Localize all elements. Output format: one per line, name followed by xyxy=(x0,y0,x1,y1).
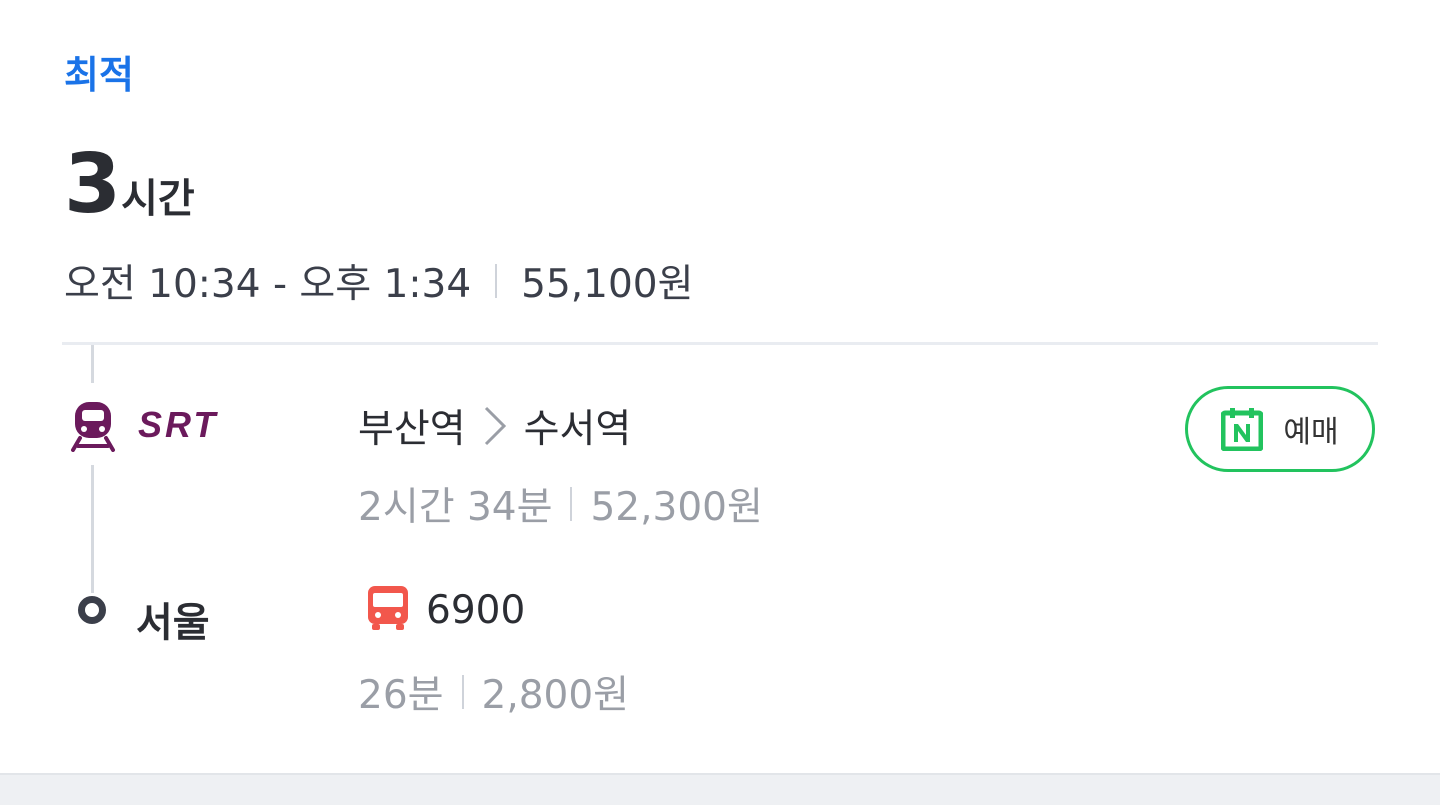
bus-icon xyxy=(368,586,408,630)
train-icon xyxy=(71,402,115,452)
train-details: 2시간 34분 52,300원 xyxy=(358,476,763,532)
section-divider xyxy=(0,773,1440,805)
total-fare: 55,100원 xyxy=(521,262,694,307)
separator xyxy=(570,487,573,521)
srt-logo: SRT xyxy=(138,404,218,444)
timeline-line xyxy=(91,345,94,383)
departure-station: 부산역 xyxy=(358,407,466,452)
stop-marker xyxy=(78,596,106,624)
timeline-line xyxy=(91,465,94,593)
svg-text:SRT: SRT xyxy=(138,404,218,444)
separator xyxy=(461,675,464,709)
book-button[interactable]: 예매 xyxy=(1185,386,1375,472)
bus-details: 26분 2,800원 xyxy=(358,664,629,720)
route-summary: 오전 10:34 - 오후 1:34 55,100원 xyxy=(64,253,694,309)
book-button-label: 예매 xyxy=(1283,415,1339,450)
total-duration: 3시간 xyxy=(64,140,195,230)
arrival-station: 수서역 xyxy=(523,407,632,452)
chevron-right-icon xyxy=(484,406,506,446)
separator xyxy=(495,264,498,298)
best-route-badge: 최적 xyxy=(64,53,134,97)
duration-number: 3 xyxy=(64,137,122,232)
stop-name: 서울 xyxy=(136,600,210,646)
duration-unit: 시간 xyxy=(121,176,195,222)
bus-duration: 26분 xyxy=(358,673,444,718)
time-range: 오전 10:34 - 오후 1:34 xyxy=(64,262,472,307)
divider xyxy=(62,342,1378,345)
naver-calendar-icon xyxy=(1221,408,1264,451)
train-duration: 2시간 34분 xyxy=(358,485,553,530)
train-fare: 52,300원 xyxy=(590,485,763,530)
train-route: 부산역 수서역 xyxy=(358,398,631,454)
bus-fare: 2,800원 xyxy=(481,673,630,718)
bus-route-number: 6900 xyxy=(426,588,526,633)
